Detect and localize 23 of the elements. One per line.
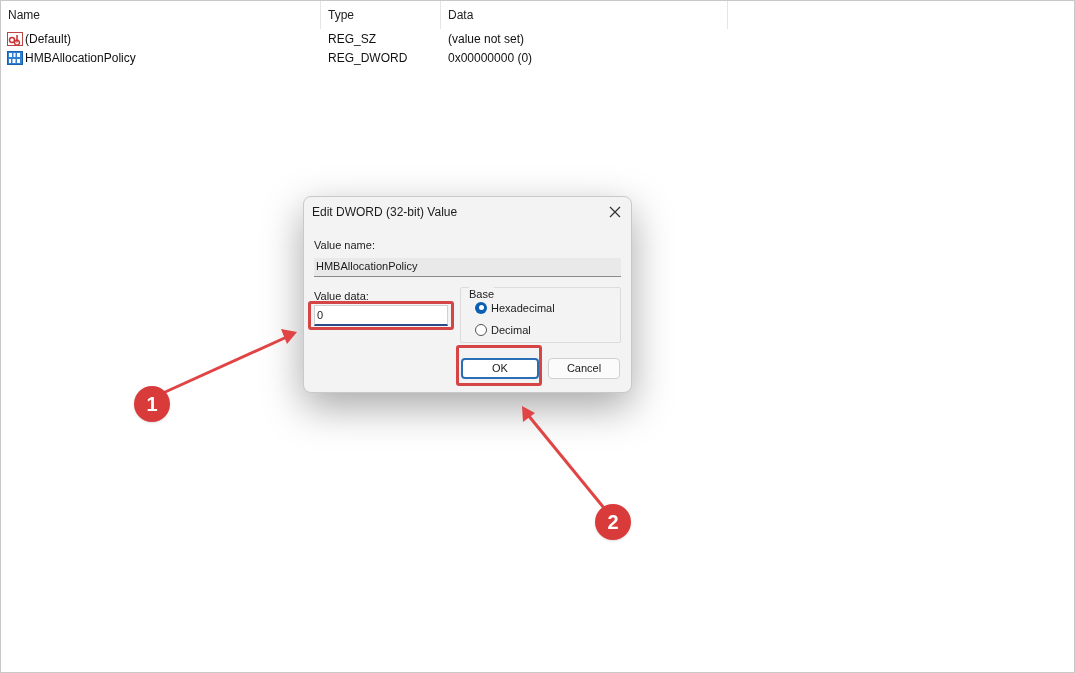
column-header[interactable]: Data — [441, 1, 728, 29]
step-number-badge: 1 — [134, 386, 170, 422]
dialog-button[interactable]: OK — [461, 357, 539, 379]
column-header[interactable]: Name — [1, 1, 321, 29]
dialog-button[interactable]: Cancel — [548, 357, 620, 379]
value-data-field[interactable]: 0 — [314, 305, 448, 326]
binary-value-icon — [7, 50, 23, 65]
value-name-field[interactable]: HMBAllocationPolicy — [314, 257, 621, 277]
step-number-badge: 2 — [595, 504, 631, 540]
table-cell-text: REG_DWORD — [327, 49, 409, 67]
table-cell-text: (value not set) — [447, 30, 526, 48]
table-cell-text: 0x00000000 (0) — [447, 49, 534, 67]
field-label: Value data: — [314, 288, 370, 304]
dialog-title: Edit DWORD (32-bit) Value — [312, 204, 458, 221]
field-label: Value name: — [314, 238, 376, 253]
string-value-icon — [7, 31, 23, 46]
radio-option[interactable]: Hexadecimal — [475, 299, 620, 316]
table-cell-text: REG_SZ — [327, 30, 377, 48]
close-button[interactable] — [607, 204, 623, 220]
radio-option[interactable]: Decimal — [475, 322, 620, 339]
column-header[interactable]: Type — [321, 1, 441, 29]
value-name[interactable]: HMBAllocationPolicy — [25, 48, 136, 67]
value-name[interactable]: (Default) — [25, 29, 71, 48]
